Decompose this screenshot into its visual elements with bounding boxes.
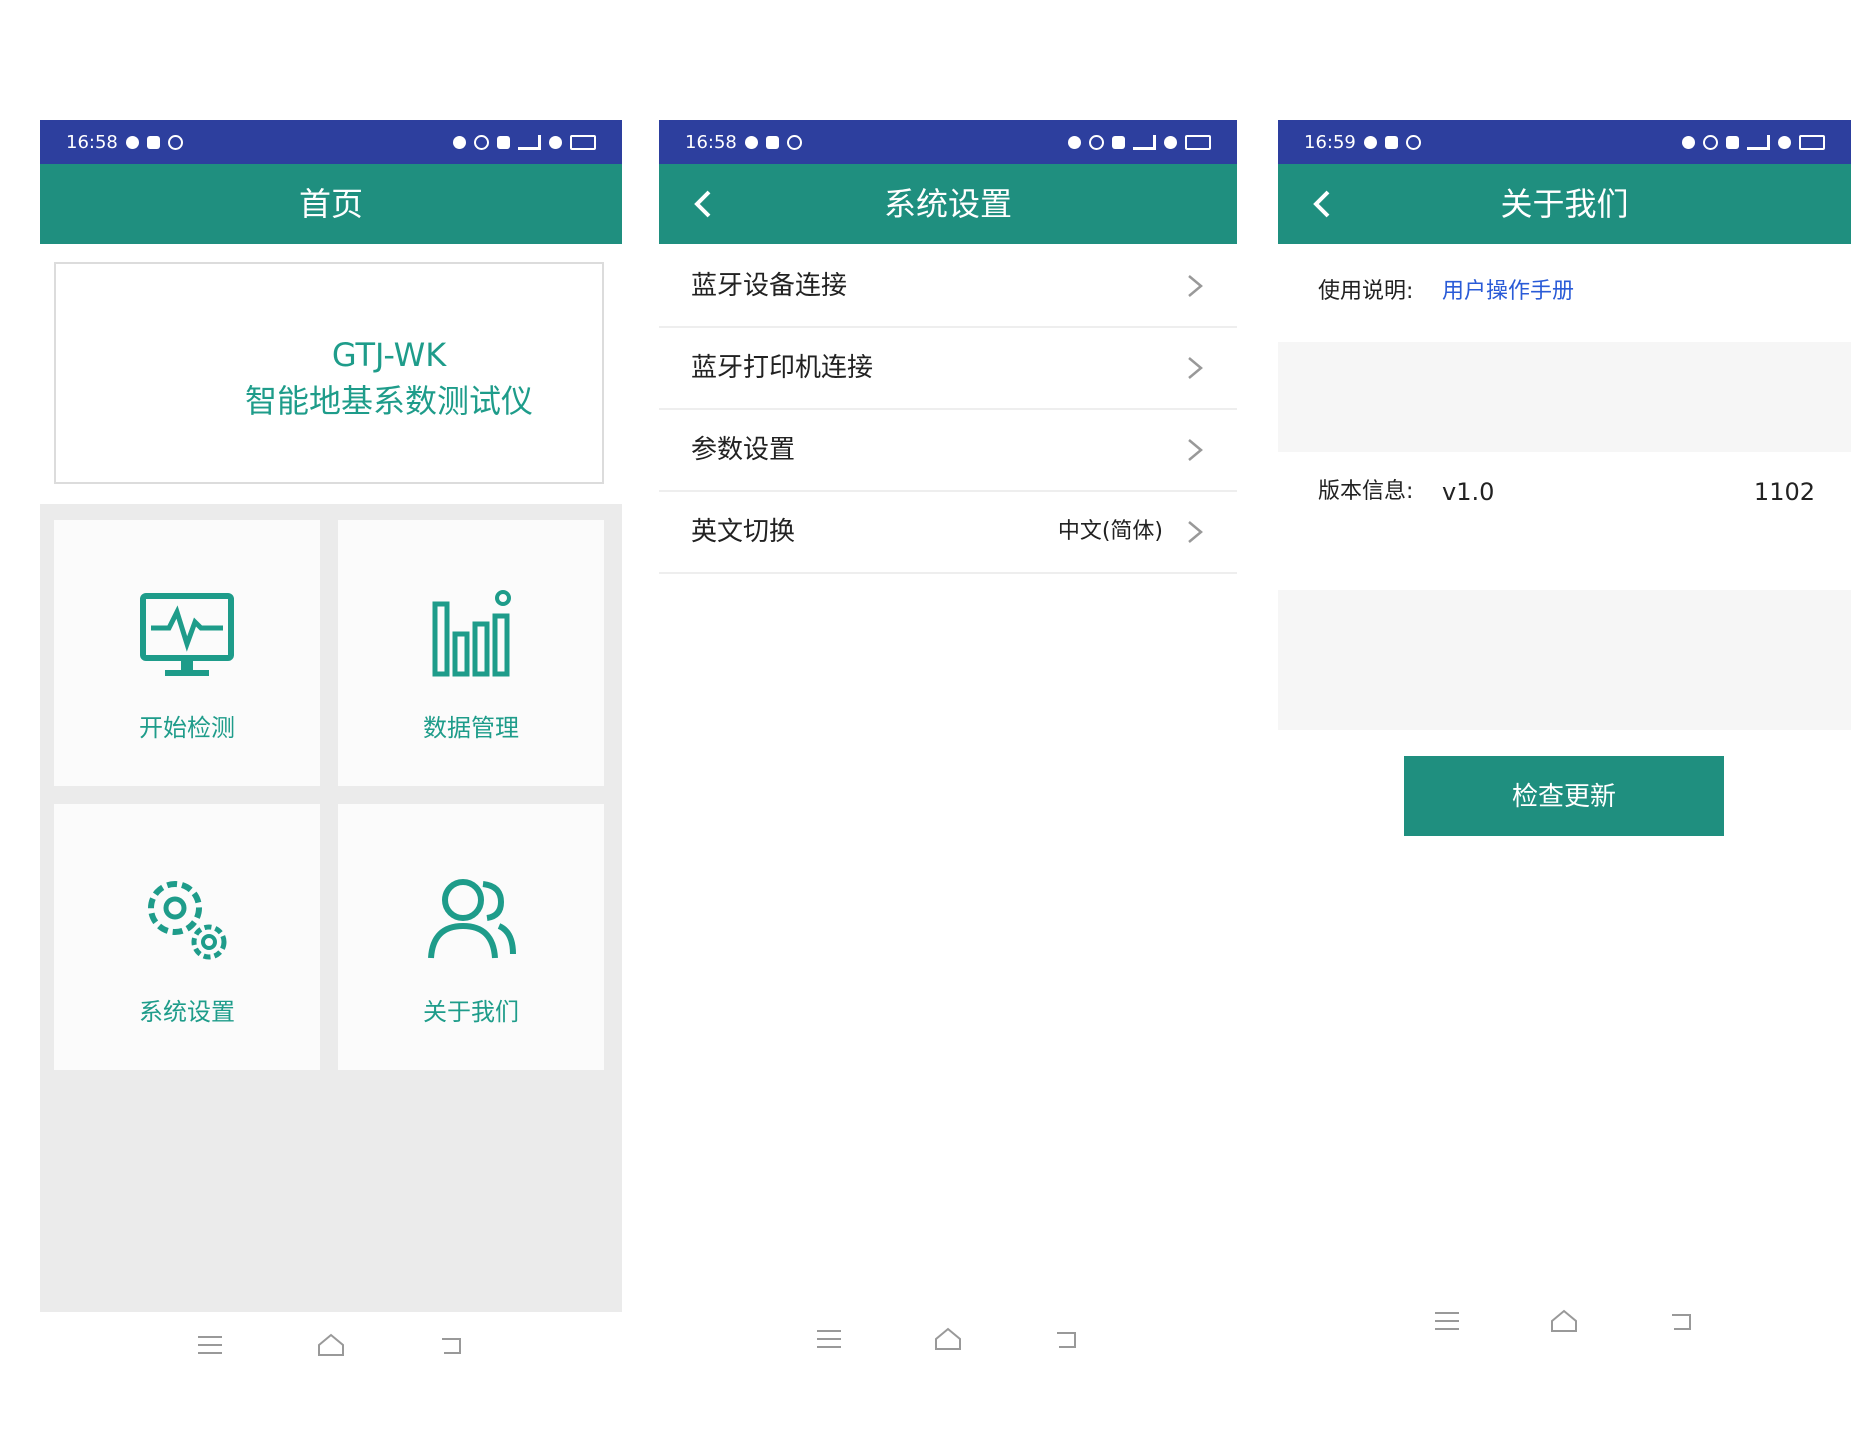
data-management-tile[interactable]: 数据管理	[338, 520, 604, 786]
tile-label: 开始检测	[139, 714, 235, 742]
blurred-area	[1278, 342, 1851, 452]
status-time: 16:59	[1304, 131, 1356, 153]
status-time: 16:58	[66, 131, 118, 153]
app-bar: 关于我们	[1278, 164, 1851, 244]
status-time: 16:58	[685, 131, 737, 153]
version-code: 1102	[1753, 478, 1815, 506]
page-title: 首页	[298, 185, 363, 223]
item-label: 英文切换	[691, 517, 796, 547]
device-name: 智能地基系数测试仪	[244, 382, 533, 420]
home-icon[interactable]	[315, 1329, 347, 1361]
status-bar: 16:58	[659, 120, 1237, 164]
back-nav-icon[interactable]	[1051, 1323, 1083, 1355]
location-icon	[474, 134, 489, 150]
tile-label: 关于我们	[423, 998, 519, 1026]
wifi-icon	[549, 135, 562, 149]
sync-icon	[786, 134, 802, 150]
manual-label: 使用说明:	[1318, 279, 1414, 304]
sync-icon	[167, 134, 183, 150]
about-us-tile[interactable]: 关于我们	[338, 804, 604, 1070]
system-nav-bar	[40, 1310, 622, 1374]
system-nav-bar	[659, 1304, 1237, 1374]
tile-label: 数据管理	[423, 714, 519, 742]
signal-icon	[1747, 134, 1770, 150]
manual-row: 使用说明: 用户操作手册	[1278, 252, 1851, 332]
chevron-right-icon	[1188, 357, 1203, 379]
settings-item-bluetooth-device[interactable]: 蓝牙设备连接	[659, 246, 1237, 328]
item-value: 中文(简体)	[1057, 519, 1163, 544]
status-bar: 16:58	[40, 120, 622, 164]
home-icon[interactable]	[1548, 1305, 1580, 1337]
battery-icon	[1799, 134, 1825, 150]
sync-icon	[1405, 134, 1421, 150]
settings-item-parameters[interactable]: 参数设置	[659, 410, 1237, 492]
device-banner: GTJ-WK 智能地基系数测试仪	[54, 262, 604, 484]
nfc-icon	[1726, 135, 1739, 149]
item-label: 蓝牙设备连接	[691, 271, 848, 301]
battery-icon	[1185, 134, 1211, 150]
location-icon	[1703, 134, 1718, 150]
page-title: 关于我们	[1500, 185, 1629, 223]
item-label: 参数设置	[691, 435, 796, 465]
dnd-icon	[1682, 135, 1695, 149]
gears-icon	[148, 881, 227, 960]
wifi-icon	[1164, 135, 1177, 149]
settings-item-bluetooth-printer[interactable]: 蓝牙打印机连接	[659, 328, 1237, 410]
menu-icon[interactable]	[813, 1323, 845, 1355]
bar-chart-icon	[432, 590, 511, 677]
check-update-button[interactable]: 检查更新	[1404, 756, 1724, 836]
nfc-icon	[1112, 135, 1125, 149]
location-icon	[1089, 134, 1104, 150]
notification-icon	[125, 135, 139, 149]
status-bar: 16:59	[1278, 120, 1851, 164]
signal-icon	[518, 134, 541, 150]
user-manual-link[interactable]: 用户操作手册	[1442, 252, 1574, 332]
item-label: 蓝牙打印机连接	[691, 353, 874, 383]
menu-icon[interactable]	[1431, 1305, 1463, 1337]
chevron-right-icon	[1188, 275, 1203, 297]
settings-screen: 16:58 系统设置 蓝牙设备连接 蓝牙打印机连接 参数设置 英文切换 中文(简…	[659, 120, 1237, 1374]
home-icon[interactable]	[932, 1323, 964, 1355]
back-nav-icon[interactable]	[436, 1329, 468, 1361]
back-nav-icon[interactable]	[1666, 1305, 1698, 1337]
dnd-icon	[453, 135, 466, 149]
device-model: GTJ-WK	[331, 336, 447, 374]
app-bar: 首页	[40, 164, 622, 244]
about-screen: 16:59 关于我们 使用说明: 用户操作手册 版本信息: v1.0 1102 …	[1278, 120, 1851, 1374]
start-test-tile[interactable]: 开始检测	[54, 520, 320, 786]
signal-icon	[1133, 134, 1156, 150]
nfc-icon	[497, 135, 510, 149]
users-icon	[428, 879, 516, 959]
chevron-right-icon	[1188, 439, 1203, 461]
version-row: 版本信息: v1.0 1102	[1278, 452, 1851, 532]
app-notification-icon	[1384, 135, 1398, 149]
menu-icon[interactable]	[194, 1329, 226, 1361]
system-nav-bar	[1278, 1286, 1851, 1356]
app-notification-icon	[146, 135, 160, 149]
wifi-icon	[1778, 135, 1791, 149]
system-settings-tile[interactable]: 系统设置	[54, 804, 320, 1070]
monitor-heartbeat-icon	[140, 593, 234, 676]
dnd-icon	[1068, 135, 1081, 149]
tile-label: 系统设置	[139, 998, 235, 1026]
notification-icon	[744, 135, 758, 149]
settings-item-language[interactable]: 英文切换 中文(简体)	[659, 492, 1237, 574]
app-bar: 系统设置	[659, 164, 1237, 244]
notification-icon	[1363, 135, 1377, 149]
home-screen: 16:58 首页 GTJ-WK 智能地基系数测试仪 开始检测 数据管理 系统设置…	[40, 120, 622, 1374]
version-value: v1.0	[1442, 478, 1495, 506]
battery-icon	[570, 134, 596, 150]
page-title: 系统设置	[883, 185, 1012, 223]
chevron-right-icon	[1188, 521, 1203, 543]
blurred-area	[1278, 590, 1851, 730]
version-label: 版本信息:	[1318, 479, 1414, 504]
app-notification-icon	[765, 135, 779, 149]
